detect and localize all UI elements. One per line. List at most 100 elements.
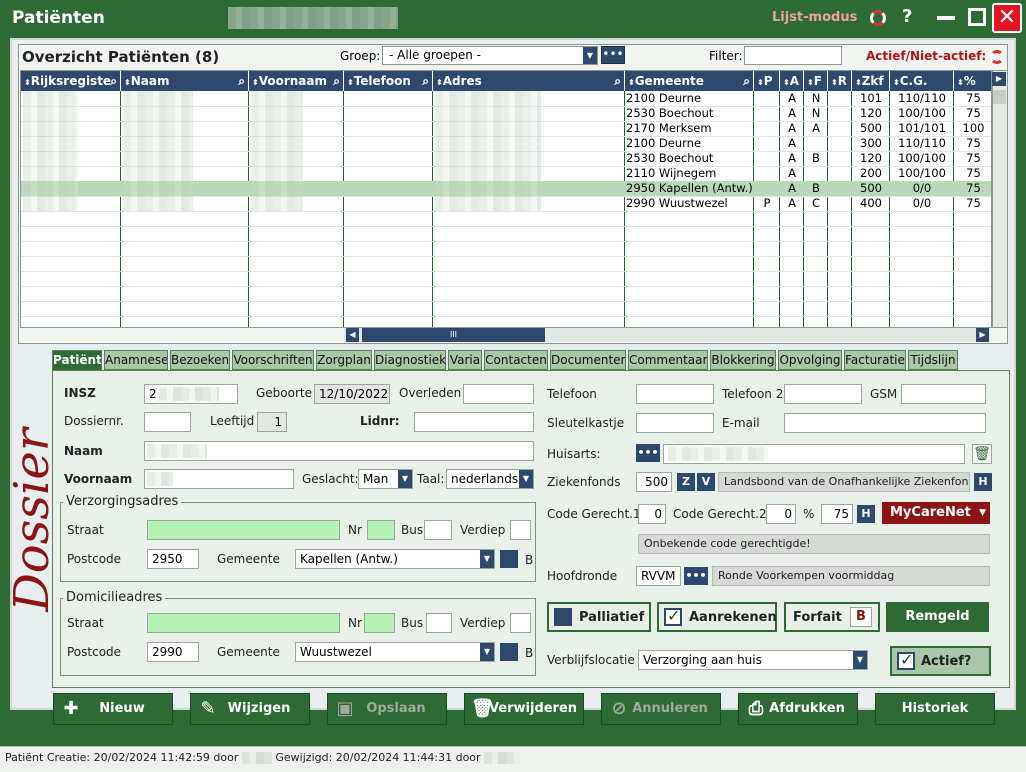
sleutelkastje-input[interactable] xyxy=(636,413,714,433)
nieuw-button[interactable]: ✚ Nieuw xyxy=(53,693,173,725)
tab-patint[interactable]: Patiënt xyxy=(52,350,102,371)
verz-verdiep-input[interactable] xyxy=(510,520,531,540)
chevron-down-icon[interactable]: ▼ xyxy=(398,470,412,488)
ziekenfonds-h-button[interactable]: H xyxy=(974,473,992,491)
dossiernr-input[interactable] xyxy=(144,412,191,432)
sort-icon[interactable]: ⬍ xyxy=(252,78,259,87)
column-header[interactable]: ⬍Rijksregiste ⌕ xyxy=(21,71,121,91)
patients-grid[interactable]: ⬍Rijksregiste ⌕ ⬍Naam ⌕ ⬍Voornaam ⌕ ⬍Telefoon ⌕… xyxy=(20,70,992,328)
chevron-down-icon[interactable]: ▼ xyxy=(583,47,597,64)
verz-b-checkbox[interactable] xyxy=(500,550,518,568)
tab-commentaar[interactable]: Commentaar xyxy=(628,350,708,370)
group-more-button[interactable]: ••• xyxy=(601,46,625,64)
column-header[interactable]: ⬍Voornaam ⌕ xyxy=(249,71,344,91)
taal-select[interactable]: nederlands ▼ xyxy=(446,469,534,489)
column-header[interactable]: ⬍Gemeente ⌕ xyxy=(625,71,754,91)
huisarts-more-button[interactable]: ••• xyxy=(636,444,660,462)
column-header[interactable]: ⬍R xyxy=(828,71,852,91)
active-filter-refresh-icon[interactable] xyxy=(990,50,1004,64)
geslacht-select[interactable]: Man ▼ xyxy=(358,469,413,489)
column-header[interactable]: ⬍Naam ⌕ xyxy=(121,71,249,91)
palliatief-checkbox[interactable] xyxy=(554,608,572,626)
table-row[interactable]: 2110 Wijnegem A 200 100/100 75 xyxy=(21,166,991,181)
dom-gemeente-select[interactable]: Wuustwezel ▼ xyxy=(295,642,495,662)
column-header[interactable]: ⬍P xyxy=(754,71,780,91)
palliatief-toggle[interactable]: Palliatief xyxy=(547,602,651,632)
search-icon[interactable]: ⌕ xyxy=(110,71,117,91)
voornaam-input[interactable] xyxy=(144,469,294,489)
tab-facturatie[interactable]: Facturatie xyxy=(844,350,906,370)
column-header[interactable]: ⬍F xyxy=(804,71,828,91)
column-header[interactable]: ⬍Telefoon ⌕ xyxy=(344,71,433,91)
table-row[interactable]: 2530 Boechout A N 120 100/100 75 xyxy=(21,106,991,121)
tab-tijdslijn[interactable]: Tijdslijn xyxy=(908,350,958,370)
verz-nr-input[interactable] xyxy=(367,520,395,540)
chevron-down-icon[interactable]: ▼ xyxy=(480,550,494,568)
verz-gemeente-select[interactable]: Kapellen (Antw.) ▼ xyxy=(295,549,495,569)
verwijderen-button[interactable]: 🗑 Verwijderen xyxy=(464,693,584,725)
code-gerecht-h-button[interactable]: H xyxy=(857,505,875,523)
horizontal-scroll-thumb[interactable]: III xyxy=(362,328,545,342)
code-gerecht1-input[interactable]: 0 xyxy=(638,504,666,524)
tab-blokkering[interactable]: Blokkering xyxy=(710,350,776,370)
tab-opvolging[interactable]: Opvolging xyxy=(778,350,842,370)
table-row[interactable]: 2990 Wuustwezel P A C 400 0/0 75 xyxy=(21,196,991,211)
dom-nr-input[interactable] xyxy=(364,613,395,633)
minimize-icon[interactable] xyxy=(937,16,955,20)
table-row[interactable]: 2100 Deurne A 300 110/110 75 xyxy=(21,136,991,151)
verz-postcode-input[interactable]: 2950 xyxy=(147,549,199,569)
email-input[interactable] xyxy=(784,413,986,433)
percent-input[interactable]: 75 xyxy=(821,504,853,524)
dom-postcode-input[interactable]: 2990 xyxy=(147,642,199,662)
search-icon[interactable]: ⌕ xyxy=(333,71,340,91)
list-mode-refresh-icon[interactable] xyxy=(870,10,886,26)
aanrekenen-toggle[interactable]: Aanrekenen xyxy=(657,602,777,632)
search-icon[interactable]: ⌕ xyxy=(238,71,245,91)
dom-bus-input[interactable] xyxy=(426,613,452,633)
vertical-scroll-thumb[interactable] xyxy=(993,90,1006,104)
scroll-right-icon[interactable]: ▶ xyxy=(992,72,1006,86)
tab-anamnese[interactable]: Anamnese xyxy=(104,350,168,370)
list-mode-link[interactable]: Lijst-modus xyxy=(772,10,857,25)
sort-icon[interactable]: ⬍ xyxy=(831,78,838,87)
sort-icon[interactable]: ⬍ xyxy=(124,78,131,87)
sort-icon[interactable]: ⬍ xyxy=(24,78,31,87)
sort-icon[interactable]: ⬍ xyxy=(807,78,814,87)
chevron-down-icon[interactable]: ▼ xyxy=(480,643,494,661)
tab-voorschriften[interactable]: Voorschriften xyxy=(232,350,314,370)
table-row[interactable]: 2100 Deurne A N 101 110/110 75 xyxy=(21,91,991,106)
tab-contacten[interactable]: Contacten xyxy=(484,350,548,370)
trash-icon[interactable]: 🗑 xyxy=(972,444,992,464)
verz-straat-input[interactable] xyxy=(147,520,340,540)
telefoon2-input[interactable] xyxy=(784,384,862,404)
maximize-icon[interactable] xyxy=(968,8,986,26)
close-button[interactable]: ✕ xyxy=(992,3,1022,33)
ziekenfonds-z-button[interactable]: Z xyxy=(677,473,695,491)
hoofdronde-input[interactable]: RVVM xyxy=(636,566,681,586)
overleden-input[interactable] xyxy=(463,384,534,404)
verblijfslocatie-select[interactable]: Verzorging aan huis ▼ xyxy=(638,650,868,670)
huisarts-input[interactable] xyxy=(663,444,965,464)
sort-icon[interactable]: ⬍ xyxy=(757,78,764,87)
annuleren-button[interactable]: ⊘ Annuleren xyxy=(601,693,721,725)
tab-zorgplan[interactable]: Zorgplan xyxy=(316,350,372,370)
table-row[interactable]: 2170 Merksem A A 500 101/101 100 xyxy=(21,121,991,136)
ziekenfonds-input[interactable]: 500 xyxy=(636,472,672,492)
gsm-input[interactable] xyxy=(901,384,986,404)
filter-input[interactable] xyxy=(744,46,842,65)
sort-icon[interactable]: ⬍ xyxy=(628,78,635,87)
actief-checkbox[interactable] xyxy=(897,650,915,670)
search-icon[interactable]: ⌕ xyxy=(614,71,621,91)
chevron-down-icon[interactable]: ▼ xyxy=(979,502,986,524)
ziekenfonds-v-button[interactable]: V xyxy=(697,473,715,491)
sort-icon[interactable]: ⬍ xyxy=(893,78,900,87)
sort-icon[interactable]: ⬍ xyxy=(347,78,354,87)
afdrukken-button[interactable]: ⎙ Afdrukken xyxy=(738,693,858,725)
opslaan-button[interactable]: ▣ Opslaan xyxy=(327,693,447,725)
sort-icon[interactable]: ⬍ xyxy=(855,78,862,87)
naam-input[interactable] xyxy=(144,441,534,461)
aanrekenen-checkbox[interactable] xyxy=(664,606,682,626)
tab-bezoeken[interactable]: Bezoeken xyxy=(170,350,230,370)
sort-icon[interactable]: ⬍ xyxy=(957,78,964,87)
dom-verdiep-input[interactable] xyxy=(510,613,531,633)
